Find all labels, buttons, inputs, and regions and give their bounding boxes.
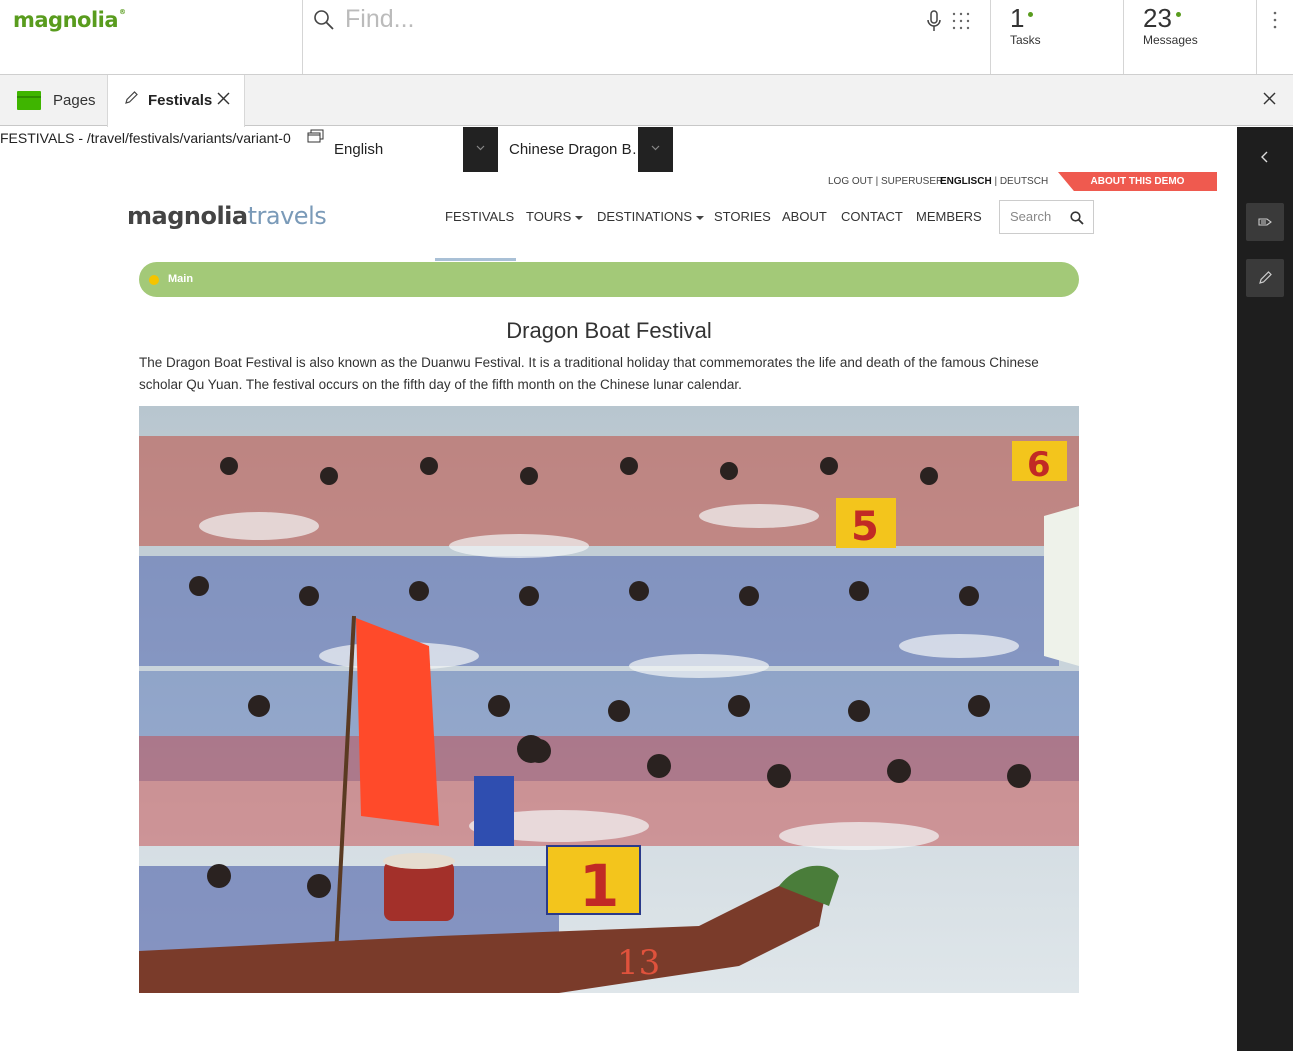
pages-app-icon	[17, 91, 41, 110]
tasks-count: 1	[1010, 3, 1025, 33]
chevron-down-icon	[651, 145, 660, 151]
nav-contact[interactable]: CONTACT	[841, 209, 903, 224]
messages-status-dot	[1175, 12, 1181, 17]
variant-select[interactable]: Chinese Dragon B…	[501, 127, 673, 172]
area-label: Main	[168, 273, 194, 285]
site-search[interactable]	[999, 200, 1094, 234]
nav-members[interactable]: MEMBERS	[916, 209, 982, 224]
about-demo-button[interactable]: ABOUT THIS DEMO	[1058, 172, 1217, 191]
language-switcher[interactable]: ENGLISCH | DEUTSCH	[940, 176, 1048, 187]
tasks-status-dot	[1028, 12, 1034, 17]
find-input[interactable]	[345, 4, 905, 34]
chevron-down-icon	[476, 145, 485, 151]
variant-dropdown-button[interactable]	[638, 127, 673, 172]
tab-pages-label: Pages	[53, 92, 96, 109]
pencil-icon	[125, 91, 138, 104]
tab-festivals-label: Festivals	[148, 92, 213, 109]
tasks-label: Tasks	[1010, 33, 1041, 47]
nav-stories[interactable]: STORIES	[714, 209, 771, 224]
caret-down-icon	[575, 215, 584, 220]
intro-text: The Dragon Boat Festival is also known a…	[139, 355, 1039, 392]
pencil-icon	[1259, 271, 1272, 284]
chevron-left-icon[interactable]	[1259, 151, 1271, 163]
magnolia-logo[interactable]: magnolia®	[13, 8, 126, 32]
tab-festivals[interactable]: Festivals	[107, 75, 245, 127]
language-dropdown-button[interactable]	[463, 127, 498, 172]
brand-part-1: magnolia	[127, 202, 248, 230]
app-header: magnolia® 1 Tasks 23 Messages	[0, 0, 1293, 75]
hull-number: 13	[617, 943, 660, 983]
copy-path-icon[interactable]	[307, 129, 324, 143]
search-icon	[314, 10, 334, 30]
language-value: English	[334, 141, 384, 158]
main-area-bar[interactable]: Main	[139, 262, 1079, 297]
actionbar-panel	[1237, 127, 1293, 1051]
divider	[990, 0, 991, 74]
dragon-boat-photo: 13 1 5 6	[139, 406, 1079, 993]
nav-destinations-label: DESTINATIONS	[597, 209, 693, 224]
close-app-icon[interactable]	[1263, 92, 1276, 105]
messages-label: Messages	[1143, 33, 1198, 47]
brand-part-2: travels	[247, 202, 327, 230]
language-select[interactable]: English	[326, 127, 498, 172]
page-path: FESTIVALS - /travel/festivals/variants/v…	[0, 130, 291, 146]
lang-active[interactable]: ENGLISCH	[940, 176, 992, 187]
logo-text: magnolia	[13, 8, 119, 32]
preview-button[interactable]	[1246, 203, 1284, 241]
tab-pages[interactable]: Pages	[0, 75, 107, 126]
nav-about[interactable]: ABOUT	[782, 209, 827, 224]
divider	[1123, 0, 1124, 74]
microphone-icon[interactable]	[925, 10, 943, 32]
page-title: Dragon Boat Festival	[506, 318, 712, 343]
logout-user-link[interactable]: LOG OUT | SUPERUSER	[828, 176, 943, 187]
variant-value: Chinese Dragon B…	[509, 141, 647, 158]
tag-icon	[1258, 218, 1272, 226]
edit-button[interactable]	[1246, 259, 1284, 297]
messages-count: 23	[1143, 3, 1172, 33]
app-tab-bar: Pages Festivals	[0, 75, 1293, 127]
active-nav-indicator	[435, 258, 516, 261]
close-tab-icon[interactable]	[217, 92, 230, 105]
page-preview: LOG OUT | SUPERUSER ENGLISCH | DEUTSCH A…	[0, 172, 1237, 1051]
search-icon[interactable]	[1070, 211, 1084, 225]
messages-indicator[interactable]: 23 Messages	[1143, 4, 1198, 47]
divider	[1256, 0, 1257, 74]
sign-5: 5	[851, 504, 879, 550]
more-options-icon[interactable]	[1269, 10, 1281, 30]
nav-festivals[interactable]: FESTIVALS	[445, 209, 514, 224]
lang-other[interactable]: | DEUTSCH	[992, 176, 1048, 187]
nav-tours[interactable]: TOURS	[526, 209, 584, 224]
nav-destinations[interactable]: DESTINATIONS	[597, 209, 705, 224]
sign-1: 1	[579, 852, 619, 920]
site-logo[interactable]: magnoliatravels	[127, 202, 327, 230]
site-search-input[interactable]	[1010, 209, 1068, 224]
photo-illustration: 13 1 5 6	[139, 406, 1079, 993]
nav-tours-label: TOURS	[526, 209, 572, 224]
tasks-indicator[interactable]: 1 Tasks	[1010, 4, 1041, 47]
sign-6: 6	[1027, 445, 1051, 485]
apps-grid-icon[interactable]	[952, 12, 970, 30]
caret-down-icon	[696, 215, 705, 220]
divider	[302, 0, 303, 74]
area-status-dot	[149, 275, 159, 285]
